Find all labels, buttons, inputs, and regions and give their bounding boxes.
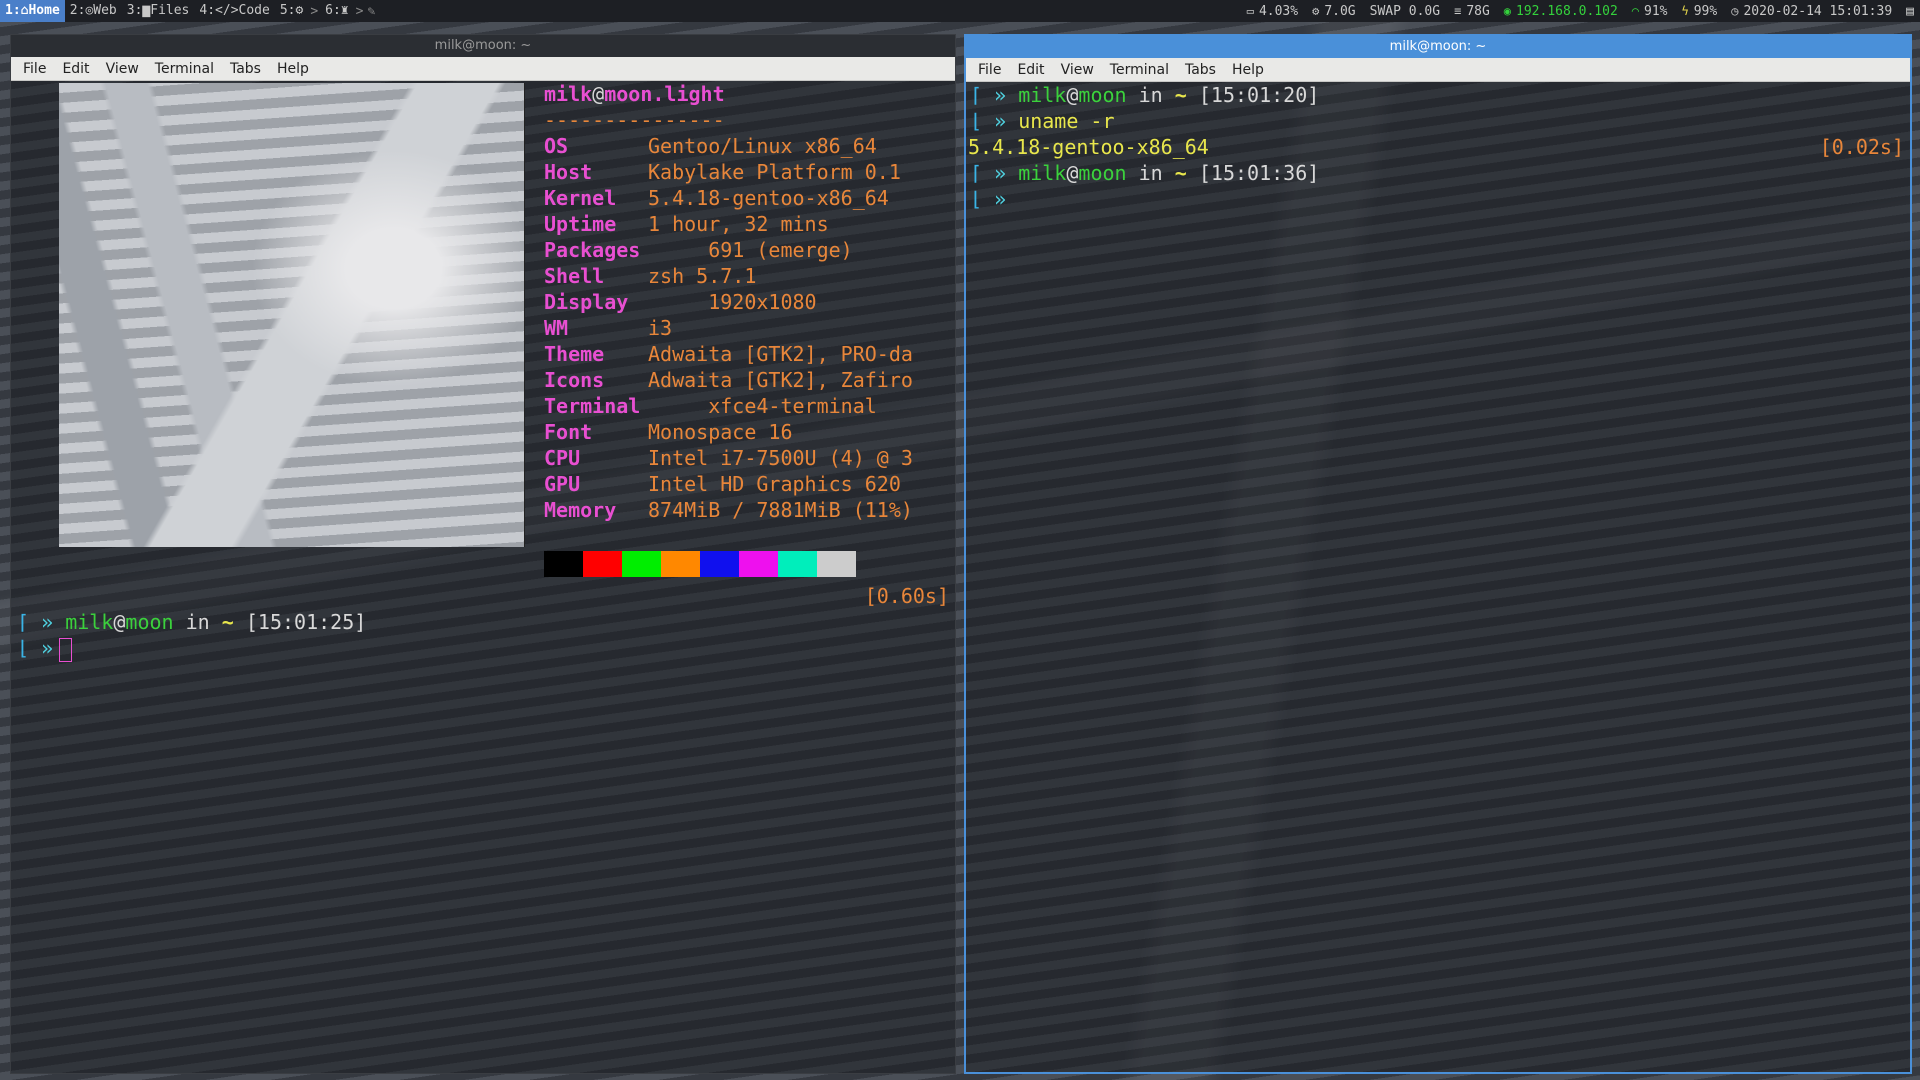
neofetch-header: milk@moon.light [544, 82, 725, 106]
terminal-output[interactable]: ⌈ » milk@moon in ~ [15:01:20] ⌊ » uname … [966, 82, 1910, 1072]
color-swatch [583, 551, 622, 577]
info-row: Uptime 1 hour, 32 mins [544, 212, 829, 236]
command-timing: [0.02s] [1819, 135, 1904, 159]
info-row: Host Kabylake Platform 0.1 [544, 160, 901, 184]
command-output: 5.4.18-gentoo-x86_64 [968, 135, 1209, 159]
chevron-right-icon: > [310, 3, 319, 19]
chevron-right-icon: > [355, 3, 364, 19]
info-row: GPU Intel HD Graphics 620 [544, 472, 901, 496]
prompt-line: ⌈ » milk@moon in ~ [15:01:25] [17, 610, 367, 634]
menu-terminal[interactable]: Terminal [147, 61, 222, 77]
color-swatch [739, 551, 778, 577]
info-row: CPU Intel i7-7500U (4) @ 3 [544, 446, 913, 470]
menu-tabs[interactable]: Tabs [1177, 62, 1224, 78]
globe-icon: ◉ [1503, 4, 1512, 18]
info-row: WM i3 [544, 316, 673, 340]
color-swatch [817, 551, 856, 577]
swap-status: SWAP 0.0G [1369, 3, 1441, 19]
menu-view[interactable]: View [98, 61, 147, 77]
color-swatch [661, 551, 700, 577]
color-palette [544, 551, 856, 577]
clock-status: ◷ 2020-02-14 15:01:39 [1731, 3, 1893, 19]
laptop-icon: ▭ [1246, 4, 1254, 18]
info-row: Kernel 5.4.18-gentoo-x86_64 [544, 186, 889, 210]
menu-edit[interactable]: Edit [1009, 62, 1052, 78]
wifi-status: ◠ 91% [1631, 3, 1668, 19]
menu-tabs[interactable]: Tabs [222, 61, 269, 77]
input-line[interactable]: ⌊ » [970, 186, 1006, 212]
menu-file[interactable]: File [15, 61, 54, 77]
text-cursor [59, 637, 73, 662]
neofetch-separator: --------------- [544, 108, 725, 132]
info-row: Shell zsh 5.7.1 [544, 264, 757, 288]
input-line[interactable]: ⌊ » [17, 635, 73, 662]
menu-bar: File Edit View Terminal Tabs Help [11, 57, 955, 81]
status-blocks: ▭ 4.03% ⚙ 7.0G SWAP 0.0G ≡ 78G ◉ 192.168.0.1… [1247, 4, 1920, 19]
wrench-icon: ✎ [367, 3, 376, 19]
color-swatch [700, 551, 739, 577]
wifi-icon: ◠ [1631, 4, 1640, 18]
workspace-list: 1:⌂Home 2:◎Web 3:▆Files 4:</>Code 5:⚙ > … [0, 0, 377, 22]
window-title[interactable]: milk@moon: ~ [966, 36, 1910, 58]
workspace-6-games[interactable]: 6:♜ [320, 0, 353, 22]
neofetch-info: milk@moon.light --------------- OS Gentoo… [544, 81, 913, 523]
ram-status: ⚙ 7.0G [1312, 3, 1356, 19]
menu-terminal[interactable]: Terminal [1102, 62, 1177, 78]
menu-edit[interactable]: Edit [54, 61, 97, 77]
info-row: Packages 691 (emerge) [544, 238, 853, 262]
keyboard-icon: ▤ [1906, 3, 1914, 19]
disk-status: ≡ 78G [1454, 3, 1490, 19]
info-row: Memory 874MiB / 7881MiB (11%) [544, 498, 913, 522]
color-swatch [778, 551, 817, 577]
info-row: OS Gentoo/Linux x86_64 [544, 134, 877, 158]
clock-icon: ◷ [1731, 4, 1739, 18]
workspace-3-files[interactable]: 3:▆Files [122, 0, 195, 22]
command-line: ⌊ » uname -r [970, 109, 1115, 133]
bolt-icon: ϟ [1681, 4, 1689, 18]
terminal-output[interactable]: milk@moon.light --------------- OS Gentoo… [11, 81, 955, 1073]
menu-view[interactable]: View [1053, 62, 1102, 78]
workspace-1-home[interactable]: 1:⌂Home [0, 0, 65, 22]
prompt-line: ⌈ » milk@moon in ~ [15:01:36] [970, 161, 1320, 185]
cpu-status: ▭ 4.03% [1246, 3, 1299, 19]
info-row: Terminal xfce4-terminal [544, 394, 877, 418]
info-row: Theme Adwaita [GTK2], PRO-da [544, 342, 913, 366]
menu-help[interactable]: Help [269, 61, 317, 77]
color-swatch [622, 551, 661, 577]
right-terminal-window[interactable]: milk@moon: ~ File Edit View Terminal Tab… [964, 34, 1912, 1074]
workspace-2-web[interactable]: 2:◎Web [65, 0, 122, 22]
info-row: Font Monospace 16 [544, 420, 793, 444]
command-timing: [0.60s] [864, 584, 949, 608]
workspace-4-code[interactable]: 4:</>Code [194, 0, 274, 22]
info-row: Icons Adwaita [GTK2], Zafiro [544, 368, 913, 392]
menu-bar: File Edit View Terminal Tabs Help [966, 58, 1910, 82]
database-icon: ≡ [1454, 4, 1462, 18]
i3-status-bar: 1:⌂Home 2:◎Web 3:▆Files 4:</>Code 5:⚙ > … [0, 0, 1920, 22]
info-row: Display 1920x1080 [544, 290, 817, 314]
battery-status: ϟ 99% [1681, 3, 1718, 19]
prompt-line: ⌈ » milk@moon in ~ [15:01:20] [970, 83, 1320, 107]
neofetch-image [59, 83, 525, 547]
cogs-icon: ⚙ [1312, 4, 1320, 18]
menu-file[interactable]: File [970, 62, 1009, 78]
color-swatch [544, 551, 583, 577]
menu-help[interactable]: Help [1224, 62, 1272, 78]
network-status: ◉ 192.168.0.102 [1503, 3, 1618, 19]
window-title[interactable]: milk@moon: ~ [11, 35, 955, 57]
workspace-5-settings[interactable]: 5:⚙ [275, 0, 308, 22]
left-terminal-window[interactable]: milk@moon: ~ File Edit View Terminal Tab… [10, 34, 956, 1074]
